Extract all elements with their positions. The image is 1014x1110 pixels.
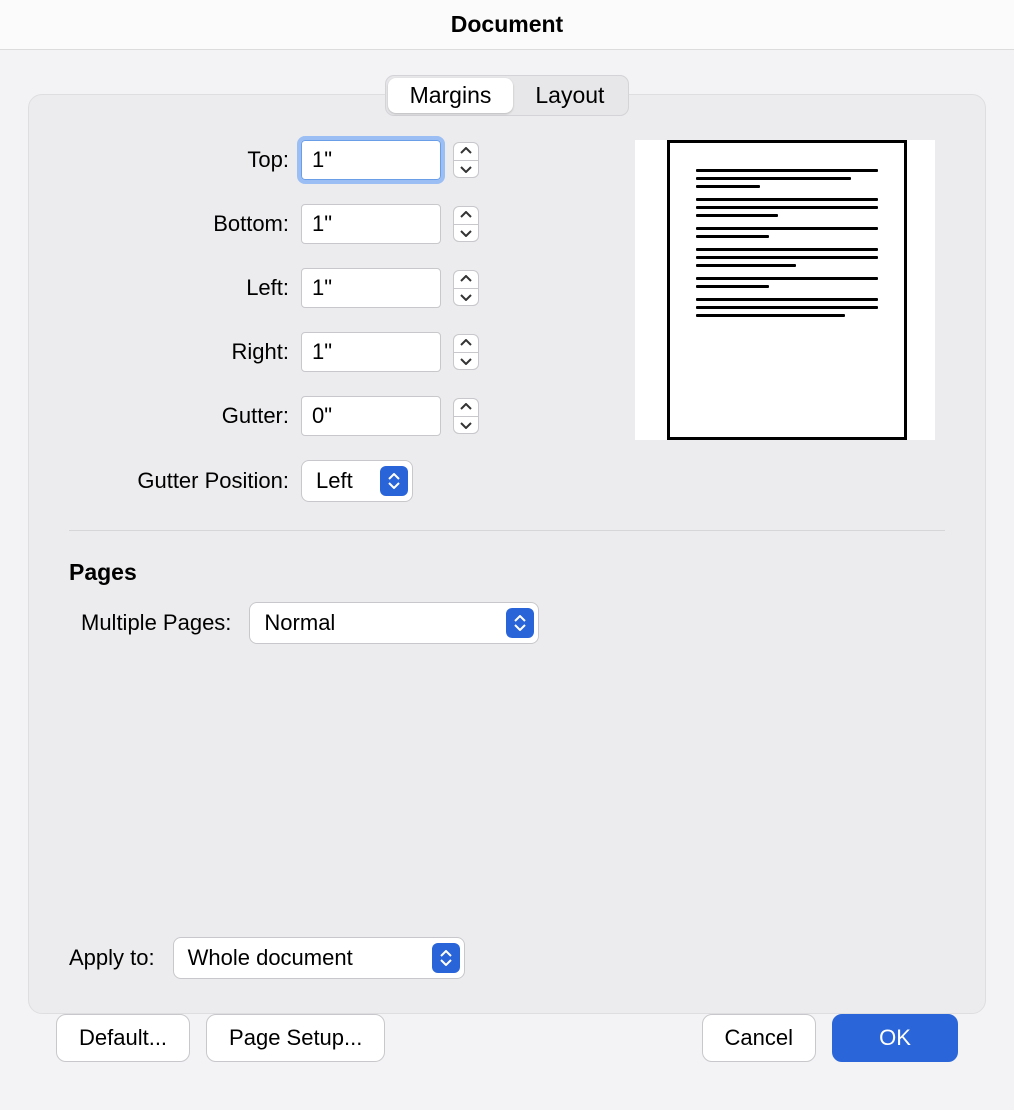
window-title: Document (0, 0, 1014, 50)
page-preview-text (696, 169, 878, 327)
dialog-body: Margins Layout Top: Bottom: Left: (0, 50, 1014, 1082)
gutter-position-label: Gutter Position: (69, 468, 289, 494)
top-label: Top: (69, 147, 289, 173)
top-stepper[interactable] (453, 142, 479, 178)
chevron-down-icon[interactable] (454, 225, 478, 242)
page-setup-button-label: Page Setup... (229, 1025, 362, 1051)
right-input[interactable] (301, 332, 441, 372)
window-title-text: Document (451, 11, 563, 38)
ok-button-label: OK (879, 1025, 911, 1051)
right-label: Right: (69, 339, 289, 365)
multiple-pages-select[interactable]: Normal (249, 602, 539, 644)
multiple-pages-value: Normal (264, 610, 335, 636)
chevron-up-icon[interactable] (454, 143, 478, 161)
gutter-input[interactable] (301, 396, 441, 436)
left-stepper[interactable] (453, 270, 479, 306)
ok-button[interactable]: OK (832, 1014, 958, 1062)
gutter-position-value: Left (316, 468, 353, 494)
gutter-position-select[interactable]: Left (301, 460, 413, 502)
right-stepper[interactable] (453, 334, 479, 370)
pages-heading: Pages (69, 559, 945, 586)
updown-icon (506, 608, 534, 638)
chevron-up-icon[interactable] (454, 399, 478, 417)
margins-panel: Top: Bottom: Left: Right: (28, 94, 986, 1014)
chevron-down-icon[interactable] (454, 353, 478, 370)
apply-to-select[interactable]: Whole document (173, 937, 465, 979)
chevron-down-icon[interactable] (454, 417, 478, 434)
chevron-down-icon[interactable] (454, 161, 478, 178)
updown-icon (380, 466, 408, 496)
bottom-input[interactable] (301, 204, 441, 244)
page-preview-page (667, 140, 907, 440)
default-button[interactable]: Default... (56, 1014, 190, 1062)
tab-group: Margins Layout (385, 75, 630, 116)
dialog-footer: Default... Page Setup... Cancel OK (28, 1014, 986, 1062)
multiple-pages-label: Multiple Pages: (81, 610, 231, 636)
tab-margins[interactable]: Margins (388, 78, 514, 113)
gutter-stepper[interactable] (453, 398, 479, 434)
page-preview (635, 140, 935, 440)
chevron-down-icon[interactable] (454, 289, 478, 306)
left-input[interactable] (301, 268, 441, 308)
tab-layout[interactable]: Layout (513, 78, 626, 113)
chevron-up-icon[interactable] (454, 207, 478, 225)
page-setup-button[interactable]: Page Setup... (206, 1014, 385, 1062)
chevron-up-icon[interactable] (454, 271, 478, 289)
apply-to-label: Apply to: (69, 945, 155, 971)
top-input[interactable] (301, 140, 441, 180)
multiple-pages-row: Multiple Pages: Normal (69, 602, 945, 644)
gutter-label: Gutter: (69, 403, 289, 429)
chevron-up-icon[interactable] (454, 335, 478, 353)
updown-icon (432, 943, 460, 973)
default-button-label: Default... (79, 1025, 167, 1051)
tabs: Margins Layout (28, 75, 986, 116)
bottom-label: Bottom: (69, 211, 289, 237)
apply-to-row: Apply to: Whole document (69, 937, 465, 979)
tab-margins-label: Margins (410, 82, 492, 108)
tab-layout-label: Layout (535, 82, 604, 108)
apply-to-value: Whole document (188, 945, 353, 971)
divider (69, 530, 945, 531)
bottom-stepper[interactable] (453, 206, 479, 242)
cancel-button[interactable]: Cancel (702, 1014, 816, 1062)
cancel-button-label: Cancel (725, 1025, 793, 1051)
left-label: Left: (69, 275, 289, 301)
